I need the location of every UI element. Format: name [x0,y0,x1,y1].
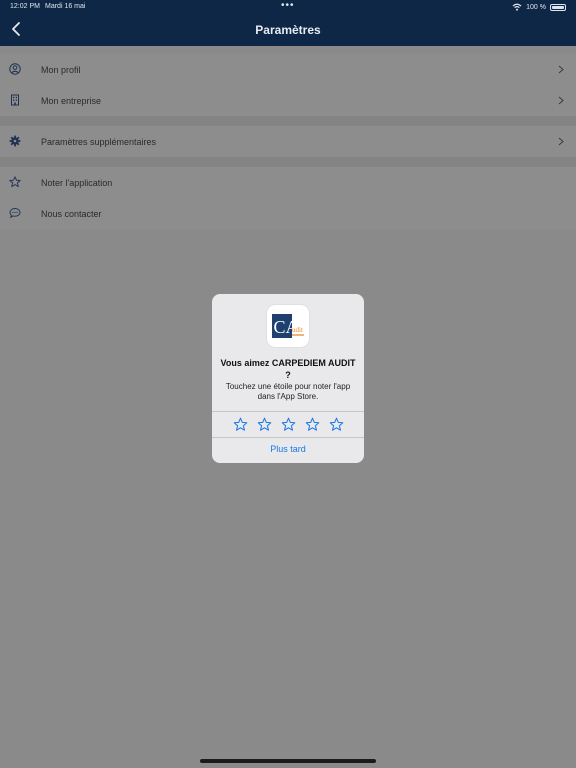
settings-item-label: Noter l'application [41,178,113,188]
settings-item-label: Mon entreprise [41,96,102,106]
rating-star-1[interactable] [233,417,248,432]
status-bar: 12:02 PM Mardi 16 mai ••• 100 % [0,0,576,14]
rating-star-2[interactable] [257,417,272,432]
dialog-divider [212,411,364,412]
chat-bubble-icon [9,208,21,219]
rating-dialog: CA udit Vous aimez CARPEDIEM AUDIT ? Tou… [212,294,364,463]
settings-group-feedback: Noter l'application Nous contacter [0,167,576,229]
chevron-right-icon [558,96,564,105]
rating-dialog-title: Vous aimez CARPEDIEM AUDIT ? [220,358,356,380]
rating-star-4[interactable] [305,417,320,432]
later-button[interactable]: Plus tard [212,444,364,454]
chevron-right-icon [558,137,564,146]
status-right: 100 % [512,3,566,11]
svg-text:udit: udit [292,326,303,334]
settings-item-rate-app[interactable]: Noter l'application [0,167,576,198]
building-icon [11,94,19,106]
rating-star-3[interactable] [281,417,296,432]
page-title: Paramètres [255,23,321,37]
dialog-divider [212,437,364,438]
app-icon: CA udit [267,305,309,347]
home-indicator[interactable] [200,759,376,763]
settings-group-account: Mon profil Mon entreprise [0,54,576,116]
settings-item-contact[interactable]: Nous contacter [0,198,576,229]
settings-item-label: Paramètres supplémentaires [41,137,157,147]
settings-item-profile[interactable]: Mon profil [0,54,576,85]
battery-percent: 100 % [526,3,546,11]
multitasking-dots-icon[interactable]: ••• [281,0,295,11]
gear-icon [9,135,21,147]
battery-icon [550,3,566,11]
status-date: Mardi 16 mai [45,3,86,10]
settings-item-additional[interactable]: Paramètres supplémentaires [0,126,576,157]
wifi-icon [512,3,522,11]
rating-star-5[interactable] [329,417,344,432]
star-icon [9,176,21,188]
settings-group-advanced: Paramètres supplémentaires [0,126,576,157]
settings-item-label: Mon profil [41,65,81,75]
section-separator [0,116,576,126]
status-time: 12:02 PM [10,3,40,10]
person-circle-icon [9,63,21,75]
carpediem-logo: CA udit [272,314,304,338]
settings-item-company[interactable]: Mon entreprise [0,85,576,116]
settings-list: Mon profil Mon entreprise Paramètres sup… [0,46,576,229]
rating-dialog-message: Touchez une étoile pour noter l'app dans… [225,382,351,401]
rating-stars [212,417,364,432]
navigation-bar: Paramètres [0,14,576,46]
settings-item-label: Nous contacter [41,209,102,219]
chevron-right-icon [558,65,564,74]
section-separator [0,157,576,167]
